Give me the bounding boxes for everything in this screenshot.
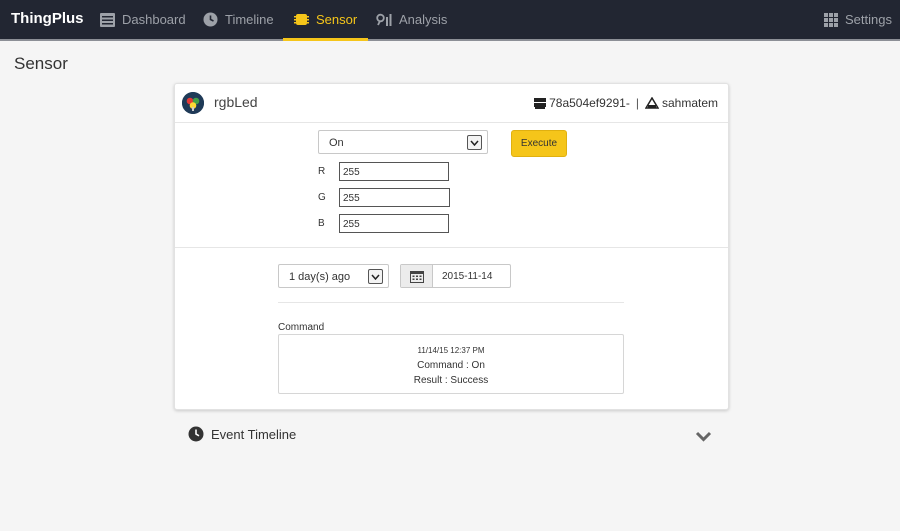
nav-timeline[interactable]: Timeline — [203, 0, 274, 39]
chevron-down-icon — [368, 269, 383, 284]
command-section-label: Command — [278, 322, 325, 333]
nav-settings-label: Settings — [845, 12, 892, 27]
g-label: G — [318, 192, 326, 203]
nav-settings[interactable]: Settings — [824, 0, 892, 39]
dashboard-icon — [100, 12, 115, 27]
owner-icon — [644, 97, 659, 109]
event-timeline-label: Event Timeline — [211, 426, 297, 442]
brand-logo[interactable]: ThingPlus — [11, 10, 84, 27]
nav-timeline-label: Timeline — [225, 12, 274, 27]
r-input[interactable]: 255 — [339, 162, 449, 181]
nav-analysis-label: Analysis — [399, 12, 448, 27]
b-input[interactable]: 255 — [339, 214, 449, 233]
command-select-value: On — [329, 137, 344, 149]
divider — [278, 302, 624, 303]
analysis-icon — [376, 13, 392, 26]
clock-icon — [188, 426, 204, 442]
chip-icon — [294, 13, 309, 26]
date-value: 2015-11-14 — [442, 271, 493, 282]
nav-analysis[interactable]: Analysis — [376, 0, 447, 39]
nav-dashboard-label: Dashboard — [122, 12, 186, 27]
b-label: B — [318, 218, 325, 229]
nav-dashboard[interactable]: Dashboard — [100, 0, 186, 39]
log-result: Result : Success — [413, 375, 489, 386]
nav-sensor[interactable]: Sensor — [283, 0, 369, 41]
r-label: R — [318, 166, 326, 177]
command-select[interactable]: On — [318, 130, 488, 154]
chevron-down-icon[interactable] — [695, 429, 712, 447]
clock-icon — [203, 12, 218, 27]
execute-button[interactable]: Execute — [511, 130, 567, 157]
period-select[interactable]: 1 day(s) ago — [278, 264, 389, 288]
log-timestamp: 11/14/15 12:37 PM — [417, 346, 485, 355]
separator: | — [635, 96, 639, 110]
device-card: rgbLed 78a504ef9291- | sahmatem On Execu… — [174, 83, 729, 410]
gateway-icon — [534, 97, 547, 109]
command-log: 11/14/15 12:37 PM Command : On Result : … — [278, 334, 624, 394]
g-input[interactable]: 255 — [339, 188, 450, 207]
event-timeline-header[interactable]: Event Timeline — [188, 426, 296, 442]
page-title: Sensor — [14, 54, 68, 73]
period-select-value: 1 day(s) ago — [289, 271, 351, 283]
owner-name[interactable]: sahmatem — [662, 96, 718, 110]
nav-sensor-label: Sensor — [316, 12, 358, 27]
grid-icon — [824, 12, 838, 27]
chevron-down-icon — [467, 135, 482, 150]
rgb-led-icon — [182, 92, 204, 114]
gateway-id[interactable]: 78a504ef9291- — [549, 96, 630, 110]
log-command: Command : On — [417, 360, 485, 371]
card-header: rgbLed 78a504ef9291- | sahmatem — [175, 84, 728, 123]
top-navbar: ThingPlus Dashboard Timeline Sensor Anal… — [0, 0, 900, 41]
device-name: rgbLed — [214, 94, 258, 110]
calendar-icon[interactable] — [401, 265, 433, 287]
control-section: On Execute — [175, 123, 728, 248]
gateway-info: 78a504ef9291- | sahmatem — [534, 96, 718, 110]
date-picker[interactable]: 2015-11-14 — [400, 264, 511, 288]
